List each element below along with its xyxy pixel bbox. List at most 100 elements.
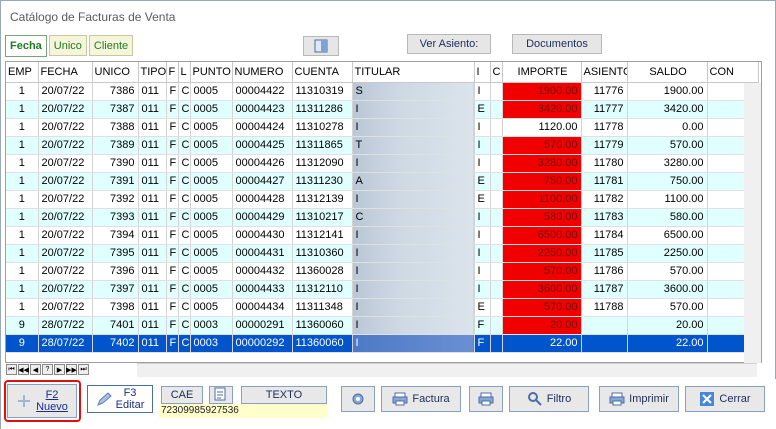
column-header[interactable]: SALDO xyxy=(627,62,708,83)
table-row[interactable]: 1 20/07/22 7391 011 F C 0005 00004427 11311230 A E… xyxy=(6,172,759,191)
table-cell: 0003 xyxy=(190,334,233,353)
column-header[interactable]: IMPORTE xyxy=(502,62,582,83)
print-button[interactable] xyxy=(469,386,503,412)
table-cell: 9 xyxy=(6,316,39,335)
column-header[interactable]: CUENTA xyxy=(292,62,353,83)
table-cell: 20/07/22 xyxy=(38,226,93,245)
table-cell: 11784 xyxy=(581,226,628,245)
column-header[interactable]: TITULAR xyxy=(352,62,475,83)
table-cell: 011 xyxy=(138,262,167,281)
documentos-button[interactable]: Documentos xyxy=(512,34,602,54)
columns-toggle-button[interactable] xyxy=(303,36,339,56)
table-row[interactable]: 1 20/07/22 7398 011 F C 0005 00004434 11311348 I E… xyxy=(6,298,759,317)
table-row[interactable]: 1 20/07/22 7388 011 F C 0005 00004424 11310278 I I… xyxy=(6,118,759,137)
table-row[interactable]: 1 20/07/22 7395 011 F C 0005 00004431 11310360 I I… xyxy=(6,244,759,263)
table-cell: F xyxy=(166,118,179,137)
editar-button[interactable]: F3 Editar xyxy=(87,385,153,413)
table-cell: I xyxy=(352,262,475,281)
table-cell: 11787 xyxy=(581,280,628,299)
tab-fecha[interactable]: Fecha xyxy=(5,35,47,57)
table-row[interactable]: 9 28/07/22 7402 011 F C 0003 00000292 11360060 I F… xyxy=(6,334,759,353)
notes-button[interactable] xyxy=(209,386,233,404)
column-header[interactable]: NUMERO xyxy=(232,62,293,83)
tab-unico[interactable]: Unico xyxy=(48,35,87,56)
settings-button[interactable] xyxy=(341,386,375,412)
column-header[interactable]: CON xyxy=(707,62,759,83)
column-header[interactable]: UNICO xyxy=(92,62,139,83)
table-cell: 1900.00 xyxy=(502,82,582,101)
table-cell: C xyxy=(178,316,191,335)
table-cell: 1 xyxy=(6,82,39,101)
table-row[interactable]: 1 20/07/22 7392 011 F C 0005 00004428 11312139 I E… xyxy=(6,190,759,209)
table-cell: 011 xyxy=(138,82,167,101)
horizontal-scrollbar[interactable] xyxy=(137,363,757,377)
table-cell xyxy=(490,226,503,245)
column-header[interactable]: PUNTO xyxy=(190,62,233,83)
table-row[interactable]: 1 20/07/22 7393 011 F C 0005 00004429 11310217 C I… xyxy=(6,208,759,227)
column-header[interactable]: FECHA xyxy=(38,62,93,83)
table-cell: 570.00 xyxy=(502,136,582,155)
table-row[interactable]: 1 20/07/22 7386 011 F C 0005 00004422 11310319 S I… xyxy=(6,82,759,101)
cerrar-button[interactable]: Cerrar xyxy=(685,386,765,412)
factura-button[interactable]: Factura xyxy=(381,386,461,412)
table-cell: 011 xyxy=(138,154,167,173)
table-cell: 7397 xyxy=(92,280,139,299)
table-cell: 11776 xyxy=(581,82,628,101)
table-cell: 3420.00 xyxy=(502,100,582,119)
table-cell: 00004428 xyxy=(232,190,293,209)
filtro-button[interactable]: Filtro xyxy=(509,386,589,412)
table-row[interactable]: 1 20/07/22 7390 011 F C 0005 00004426 11312090 I I… xyxy=(6,154,759,173)
table-cell: 3600.00 xyxy=(502,280,582,299)
nav-button[interactable]: ⏭ xyxy=(78,364,89,375)
table-cell xyxy=(581,334,628,353)
grid-header: EMP FECHA UNICO TIPO F L PUNTO NUMERO CUENTA TITU… xyxy=(6,62,759,83)
texto-button[interactable]: TEXTO xyxy=(241,386,327,404)
table-row[interactable]: 1 20/07/22 7396 011 F C 0005 00004432 11360028 I I… xyxy=(6,262,759,281)
ver-asiento-button[interactable]: Ver Asiento: xyxy=(407,34,491,54)
nav-button[interactable]: ⏮ xyxy=(6,364,17,375)
table-cell: 011 xyxy=(138,280,167,299)
nav-button[interactable]: ? xyxy=(42,364,53,375)
column-header[interactable]: I xyxy=(474,62,491,83)
column-header[interactable]: F xyxy=(166,62,179,83)
panel-icon xyxy=(313,38,329,54)
table-cell: 011 xyxy=(138,100,167,119)
column-header[interactable]: L xyxy=(178,62,191,83)
nav-button[interactable]: ◀ xyxy=(30,364,41,375)
nav-button[interactable]: ▶▶ xyxy=(66,364,77,375)
table-row[interactable]: 1 20/07/22 7397 011 F C 0005 00004433 11312110 I I… xyxy=(6,280,759,299)
table-cell: 00000292 xyxy=(232,334,293,353)
column-header[interactable]: ASIENTO xyxy=(581,62,628,83)
invoices-grid[interactable]: EMP FECHA UNICO TIPO F L PUNTO NUMERO CUENTA TITU… xyxy=(5,61,762,363)
note-icon xyxy=(213,387,229,403)
table-cell: 750.00 xyxy=(502,172,582,191)
tab-cliente[interactable]: Cliente xyxy=(88,35,134,56)
table-cell: 7391 xyxy=(92,172,139,191)
cae-button[interactable]: CAE xyxy=(161,386,203,404)
table-cell: 20/07/22 xyxy=(38,298,93,317)
table-cell: 2250.00 xyxy=(627,244,708,263)
close-icon xyxy=(699,391,715,407)
table-row[interactable]: 1 20/07/22 7394 011 F C 0005 00004430 11312141 I I… xyxy=(6,226,759,245)
table-cell: I xyxy=(352,118,475,137)
table-cell: C xyxy=(178,172,191,191)
table-cell: 11310217 xyxy=(292,208,353,227)
table-row[interactable]: 1 20/07/22 7387 011 F C 0005 00004423 11311286 I E… xyxy=(6,100,759,119)
table-cell: 00004423 xyxy=(232,100,293,119)
table-cell: 1120.00 xyxy=(502,118,582,137)
table-cell xyxy=(490,100,503,119)
column-header[interactable]: C xyxy=(490,62,503,83)
table-cell: 0003 xyxy=(190,316,233,335)
nav-button[interactable]: ▶ xyxy=(54,364,65,375)
imprimir-button[interactable]: Imprimir xyxy=(599,386,679,412)
table-cell: 22.00 xyxy=(502,334,582,353)
column-header[interactable]: TIPO xyxy=(138,62,167,83)
column-header[interactable]: EMP xyxy=(6,62,39,83)
table-row[interactable]: 9 28/07/22 7401 011 F C 0003 00000291 11360060 I F… xyxy=(6,316,759,335)
nav-button[interactable]: ◀◀ xyxy=(18,364,29,375)
record-navigator: ⏮ ◀◀ ◀? ▶ ▶▶ ⏭ xyxy=(6,364,89,375)
table-cell: 11788 xyxy=(581,298,628,317)
table-cell xyxy=(490,316,503,335)
table-row[interactable]: 1 20/07/22 7389 011 F C 0005 00004425 11311865 T I… xyxy=(6,136,759,155)
vertical-scrollbar[interactable] xyxy=(744,83,761,363)
